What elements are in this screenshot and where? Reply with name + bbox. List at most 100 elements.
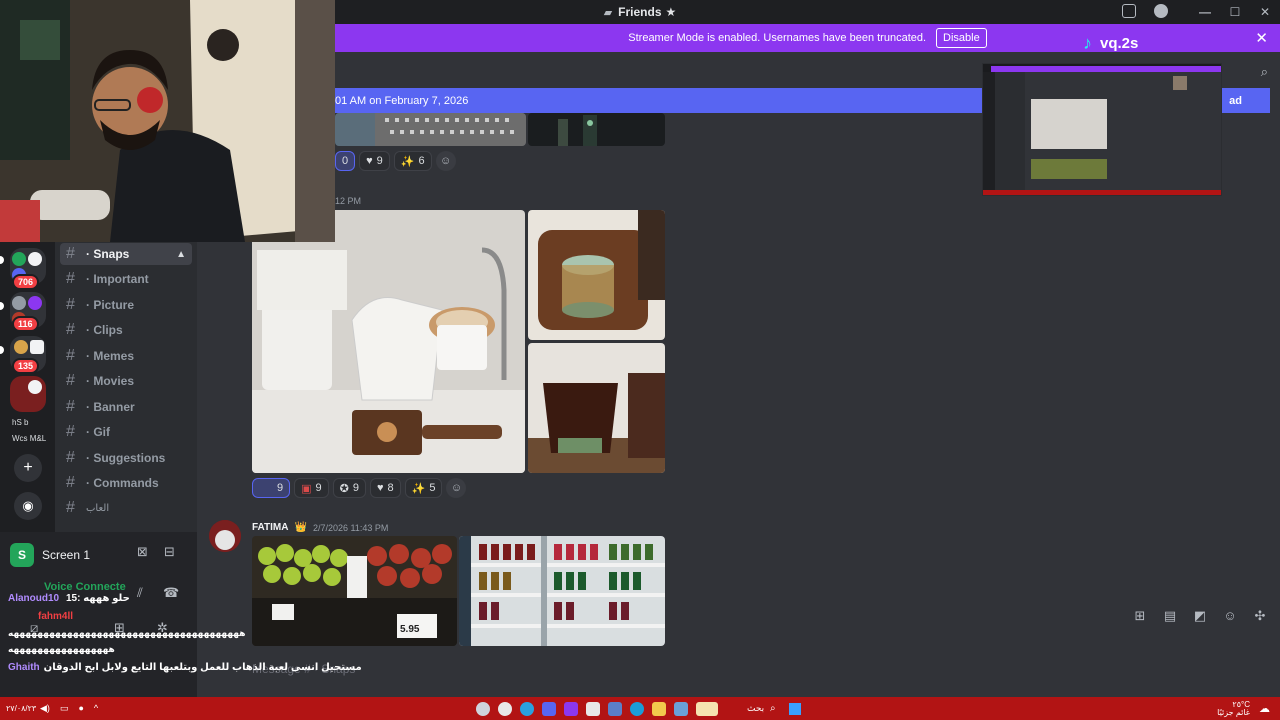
- coffee-glass-photo[interactable]: [528, 343, 665, 473]
- text-channel-icon: #: [66, 423, 75, 440]
- add-server-icon[interactable]: +: [14, 454, 42, 482]
- tiktok-handle: vq.2s: [1100, 35, 1139, 52]
- badge-icon: ✪: [339, 482, 349, 495]
- photos-app-icon[interactable]: [608, 701, 622, 716]
- stream-settings-icon[interactable]: ⊟: [164, 544, 175, 560]
- text-channel-icon: #: [66, 245, 75, 262]
- weather-widget[interactable]: ٢٥°C غائم جزئيًا: [1217, 700, 1250, 717]
- edge-app-icon[interactable]: [630, 701, 644, 716]
- gif-icon[interactable]: ▤: [1162, 608, 1178, 624]
- search-icon[interactable]: ⌕: [770, 703, 776, 714]
- server-indicator: [0, 256, 4, 264]
- chevron-up-icon[interactable]: ^: [94, 703, 98, 714]
- discover-icon[interactable]: ◉: [14, 492, 42, 520]
- settings-icon[interactable]: ✲: [157, 620, 168, 636]
- reaction[interactable]: ♥ 8: [370, 478, 401, 498]
- settings-app-icon[interactable]: [476, 701, 490, 716]
- mute-icon[interactable]: ⧄: [30, 620, 38, 636]
- mark-as-read-button[interactable]: ad: [1229, 95, 1242, 107]
- stream-preview[interactable]: [982, 63, 1222, 196]
- taskbar-search[interactable]: بحث: [747, 703, 764, 714]
- close-banner-icon[interactable]: ✕: [1255, 29, 1268, 47]
- reaction[interactable]: ▣ 9: [294, 478, 329, 498]
- text-channel-icon: #: [66, 449, 75, 466]
- explorer-app-icon[interactable]: [652, 701, 666, 716]
- channel-item-movies[interactable]: # · Movies: [60, 370, 192, 392]
- message-input[interactable]: Message # · Snaps: [252, 655, 1272, 683]
- chat-message: 15: حلو هههه: [66, 593, 130, 604]
- app-root: ▰ Friends ★ — ☐ ✕ Streamer Mode is enabl…: [0, 0, 1280, 720]
- noise-suppression-icon[interactable]: ⫽: [137, 585, 143, 601]
- sticker-icon[interactable]: ◩: [1192, 608, 1208, 624]
- reaction[interactable]: ♥ 9: [359, 151, 390, 171]
- capture-app-icon[interactable]: [674, 701, 688, 716]
- apps-icon[interactable]: ✣: [1252, 608, 1268, 624]
- reaction[interactable]: ✪ 9: [332, 478, 366, 498]
- title-bar-icons: [1122, 4, 1168, 18]
- window-controls: — ☐ ✕: [1190, 0, 1280, 24]
- network-icon[interactable]: ▭: [60, 703, 69, 714]
- composer-actions: ⊞ ▤ ◩ ☺ ✣: [1132, 608, 1268, 624]
- text-channel-icon: #: [66, 398, 75, 415]
- deafen-icon[interactable]: ⊞: [114, 620, 125, 636]
- gift-icon[interactable]: ⊞: [1132, 608, 1148, 624]
- disconnect-icon[interactable]: ☎: [163, 585, 179, 601]
- shelf-photo[interactable]: [459, 536, 665, 646]
- telegram-app-icon[interactable]: [520, 701, 534, 716]
- channel-item-memes[interactable]: # · Memes: [60, 345, 192, 367]
- produce-photo[interactable]: 5.95: [252, 536, 457, 646]
- taskbar: ٢٧/٠٨/٢٣ ◀) ▭ ● ^ بحث ⌕ ٢٥°C غائم جزئيًا: [0, 697, 1280, 720]
- channel-item-games[interactable]: # العاب: [60, 497, 192, 519]
- channel-item-suggestions[interactable]: # · Suggestions: [60, 447, 192, 469]
- chrome-app-icon[interactable]: [498, 701, 512, 716]
- author-name[interactable]: FATIMA: [252, 522, 288, 533]
- help-icon[interactable]: [1154, 4, 1168, 18]
- stop-stream-icon[interactable]: ⊠: [137, 544, 148, 560]
- channel-item-commands[interactable]: # · Commands: [60, 472, 192, 494]
- text-channel-icon: #: [66, 347, 75, 364]
- channel-item-clips[interactable]: # · Clips: [60, 319, 192, 341]
- channel-item-snaps[interactable]: # · Snaps ▲: [60, 243, 192, 265]
- reaction[interactable]: ✨ 5: [404, 478, 443, 498]
- inbox-icon[interactable]: [1122, 4, 1136, 18]
- screen-share-row[interactable]: S Screen 1: [10, 540, 190, 570]
- channel-item-important[interactable]: # · Important: [60, 268, 192, 290]
- taskbar-date: ٢٧/٠٨/٢٣: [6, 703, 37, 713]
- message-header: FATIMA 👑 2/7/2026 11:43 PM: [252, 522, 388, 533]
- minimize-icon[interactable]: —: [1190, 5, 1220, 19]
- text-channel-icon: #: [66, 474, 75, 491]
- message-image[interactable]: [335, 113, 526, 146]
- close-window-icon[interactable]: ✕: [1250, 5, 1280, 19]
- chat-username: fahm4ll: [38, 611, 74, 622]
- channel-item-gif[interactable]: # · Gif: [60, 421, 192, 443]
- server-folder-letters[interactable]: hS b: [12, 418, 28, 427]
- disable-streamer-mode-button[interactable]: Disable: [936, 28, 987, 48]
- emoji-icon[interactable]: ☺: [1222, 608, 1238, 624]
- search-icon[interactable]: ⌕: [1261, 64, 1268, 80]
- message-image[interactable]: [528, 113, 665, 146]
- channel-item-picture[interactable]: # · Picture: [60, 294, 192, 316]
- server-folder-label[interactable]: Wcs M&L: [12, 434, 46, 443]
- reaction[interactable]: 0: [335, 151, 356, 171]
- add-reaction-icon[interactable]: ☺: [446, 478, 467, 498]
- avatar[interactable]: [209, 520, 241, 552]
- coffee-photo-large[interactable]: [252, 210, 525, 473]
- maximize-icon[interactable]: ☐: [1220, 5, 1250, 19]
- mic-icon[interactable]: ●: [78, 703, 83, 714]
- tray-icons: ◀) ▭ ● ^: [40, 703, 98, 714]
- reaction[interactable]: ✨ 6: [393, 151, 432, 171]
- speaker-icon[interactable]: ◀): [40, 703, 50, 714]
- windows-start-icon[interactable]: [789, 702, 801, 715]
- discord-app-icon[interactable]: [542, 701, 556, 716]
- server-icon[interactable]: [10, 376, 46, 412]
- reaction[interactable]: 9: [252, 478, 291, 498]
- tea-glass-photo[interactable]: [528, 210, 665, 340]
- invite-icon[interactable]: ▲: [176, 249, 186, 260]
- food-app-icon[interactable]: [696, 701, 718, 716]
- youtube-app-icon[interactable]: [586, 701, 600, 716]
- window-title: Friends: [618, 5, 662, 19]
- obs-app-icon[interactable]: [564, 701, 578, 716]
- add-reaction-icon[interactable]: ☺: [435, 151, 456, 171]
- voice-status: Voice Connecte: [44, 581, 126, 593]
- channel-item-banner[interactable]: # · Banner: [60, 396, 192, 418]
